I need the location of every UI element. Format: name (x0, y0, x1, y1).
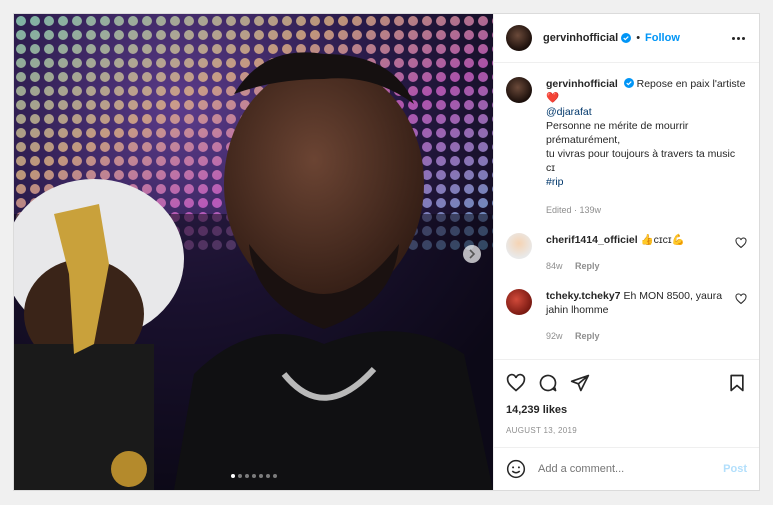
comment-username[interactable]: cherif1414_officiel (546, 234, 638, 246)
caption-row: gervinhofficial Repose en paix l'artiste… (506, 77, 747, 217)
author-avatar[interactable] (506, 25, 532, 51)
carousel-dots (14, 474, 493, 478)
carousel-dot (265, 474, 270, 478)
comment-item: tcheky.tcheky7 Eh MON 8500, yaura jahin … (506, 289, 747, 343)
caption-line4: ᴄɪ (546, 162, 555, 174)
caption-line1: Personne ne mérite de mourrir (546, 120, 689, 132)
caption-avatar[interactable] (506, 77, 532, 103)
caption-body: gervinhofficial Repose en paix l'artiste… (546, 77, 747, 217)
carousel-dot (251, 474, 256, 478)
reply-button[interactable]: Reply (575, 331, 600, 341)
carousel-dot (272, 474, 277, 478)
comment-avatar[interactable] (506, 233, 532, 259)
post-actions: 14,239 likes AUGUST 13, 2019 (494, 359, 759, 435)
carousel-dot (258, 474, 263, 478)
reply-button[interactable]: Reply (575, 261, 600, 271)
share-icon[interactable] (570, 373, 590, 393)
comment-item: cherif1414_officiel 👍ᴄɪᴄɪ💪 84w Reply (506, 233, 747, 273)
post-date: AUGUST 13, 2019 (506, 426, 578, 435)
comment-icon[interactable] (538, 373, 558, 393)
caption-username[interactable]: gervinhofficial (546, 78, 618, 90)
heart-emoji: ❤️ (546, 92, 560, 104)
post-comment-button[interactable]: Post (723, 463, 747, 475)
heart-icon[interactable] (506, 373, 526, 393)
author-username[interactable]: gervinhofficial (543, 32, 618, 44)
add-comment-bar: Post (494, 447, 759, 490)
comment-body: cherif1414_officiel 👍ᴄɪᴄɪ💪 84w Reply (546, 233, 729, 273)
carousel-dot (230, 474, 235, 478)
caption-hashtag[interactable]: #rip (546, 176, 564, 188)
next-photo-button[interactable] (463, 245, 481, 263)
caption-meta: Edited · 139w (546, 205, 602, 215)
header-separator: • (636, 32, 641, 44)
caption-line3: tu vivras pour toujours à travers ta mus… (546, 148, 736, 160)
add-comment-input[interactable] (536, 462, 724, 476)
carousel-dot (244, 474, 249, 478)
post-photo[interactable] (14, 14, 493, 490)
comment-age: 92w (546, 331, 563, 341)
emoji-icon[interactable] (506, 459, 526, 479)
like-comment-heart-icon[interactable] (735, 237, 747, 249)
more-options-icon[interactable] (729, 36, 747, 40)
post-header: gervinhofficial • Follow (494, 14, 759, 63)
follow-button[interactable]: Follow (645, 32, 680, 44)
comment-body: tcheky.tcheky7 Eh MON 8500, yaura jahin … (546, 289, 729, 343)
chevron-right-icon (469, 249, 476, 259)
comment-meta: 92w Reply (546, 329, 729, 343)
caption-mention[interactable]: @djarafat (546, 106, 592, 118)
post-container: gervinhofficial • Follow gervinhofficial… (13, 13, 760, 491)
verified-badge-icon (623, 78, 634, 88)
like-comment-heart-icon[interactable] (735, 293, 747, 305)
carousel-dot (237, 474, 242, 478)
comment-age: 84w (546, 261, 563, 271)
verified-badge-icon (621, 33, 632, 43)
likes-count[interactable]: 14,239 likes (506, 404, 747, 416)
comment-username[interactable]: tcheky.tcheky7 (546, 290, 621, 302)
action-icons (506, 370, 747, 396)
comment-text: 👍ᴄɪᴄɪ💪 (640, 234, 685, 246)
caption-text: Repose en paix l'artiste (636, 78, 746, 90)
comment-avatar[interactable] (506, 289, 532, 315)
caption-line2: prématurément, (546, 134, 621, 146)
comment-meta: 84w Reply (546, 259, 729, 273)
bookmark-icon[interactable] (727, 373, 747, 393)
post-sidebar: gervinhofficial • Follow gervinhofficial… (493, 14, 759, 490)
comments-section[interactable]: gervinhofficial Repose en paix l'artiste… (494, 63, 759, 359)
photo-scene (14, 14, 493, 490)
